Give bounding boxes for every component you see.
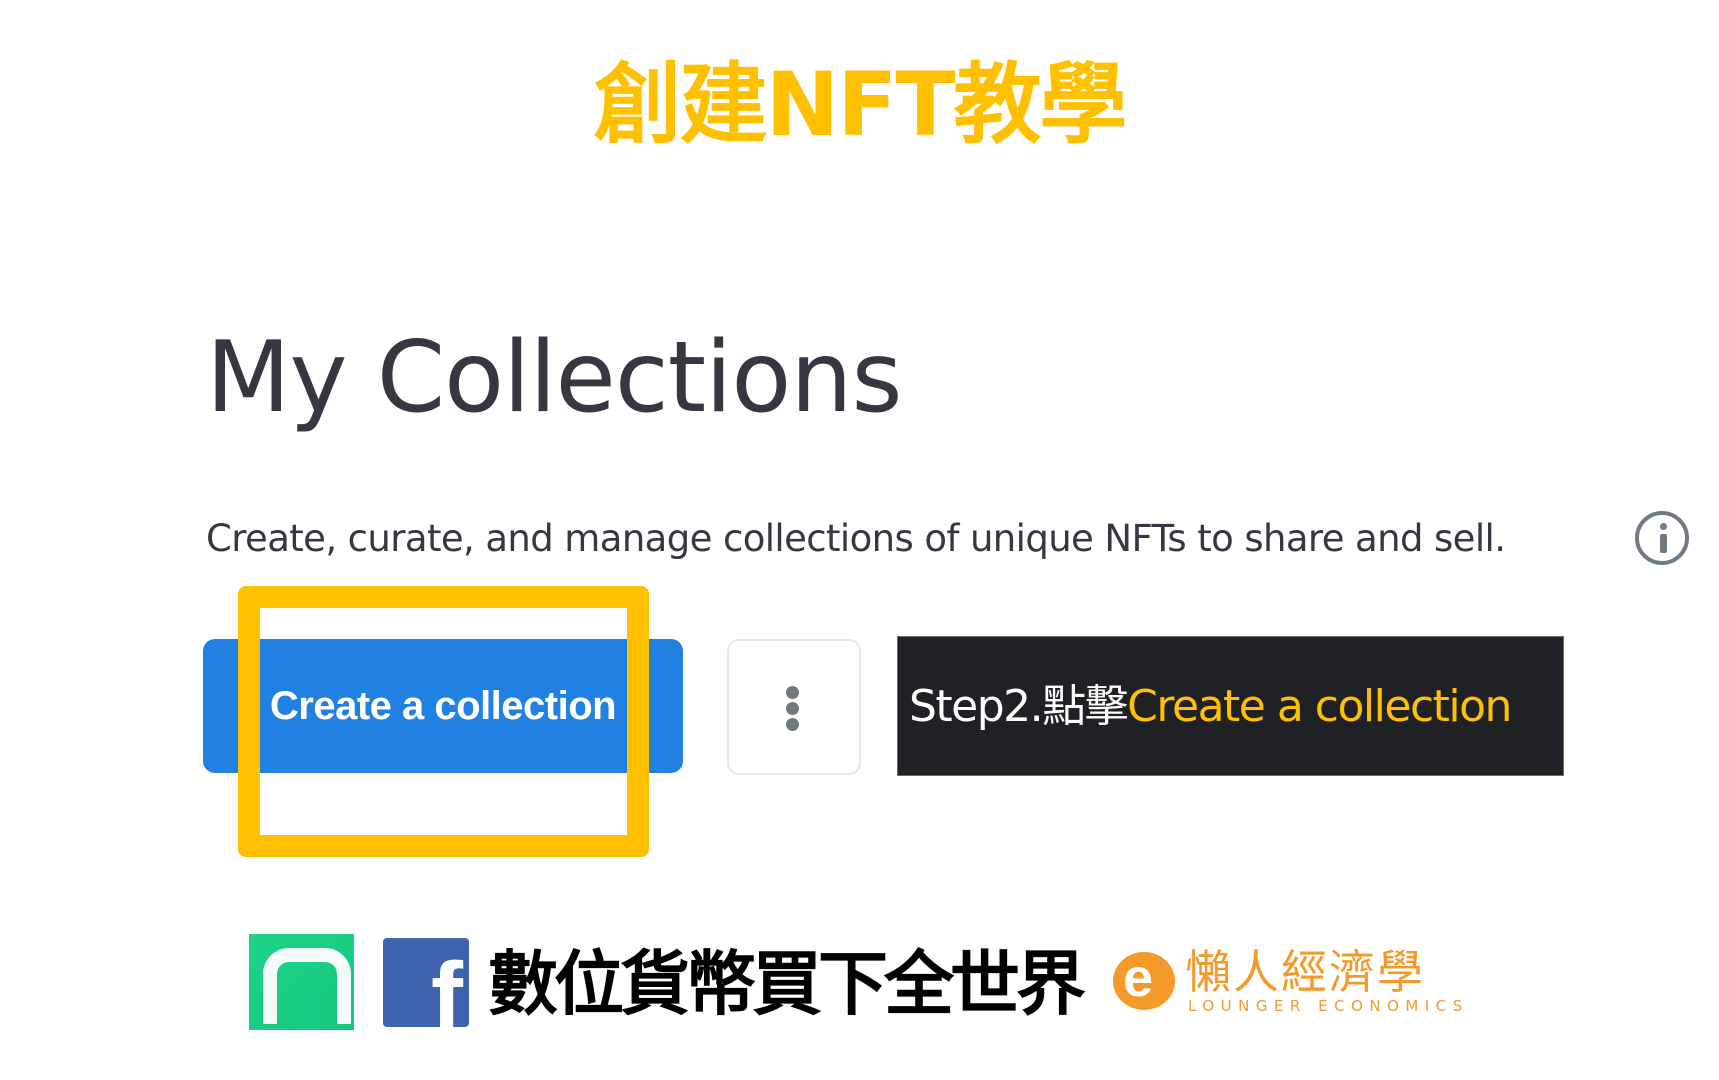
info-circle-icon[interactable] (1635, 511, 1689, 565)
app-logo-icon (249, 934, 354, 1030)
page-description: Create, curate, and manage collections o… (206, 517, 1506, 560)
step-callout-text: Step2.點擊Create a collection (909, 677, 1512, 737)
step-callout: Step2.點擊Create a collection (897, 636, 1564, 776)
more-options-button[interactable] (727, 639, 861, 775)
info-dot (1660, 523, 1667, 530)
kebab-dot (786, 718, 799, 731)
step-target: Create a collection (1127, 681, 1512, 732)
brand-logo-glyph: e (1123, 948, 1154, 1008)
page-title: My Collections (206, 321, 902, 435)
info-bar (1660, 534, 1667, 553)
tutorial-highlight-box (238, 586, 649, 857)
brand-logo-icon: e (1113, 948, 1175, 1010)
step-label: Step2.點擊 (909, 681, 1129, 732)
kebab-dot (786, 686, 799, 699)
facebook-glyph: f (431, 943, 463, 1028)
brand-name: 懶人經濟學 (1185, 945, 1425, 999)
footer-slogan: 數位貨幣買下全世界 (488, 943, 1086, 1025)
app-logo-cut (299, 992, 319, 1030)
tutorial-title: 創建NFT教學 (593, 53, 1128, 156)
kebab-dot (786, 702, 799, 715)
facebook-icon: f (383, 938, 469, 1027)
brand-subtitle: LOUNGER ECONOMICS (1188, 997, 1469, 1015)
